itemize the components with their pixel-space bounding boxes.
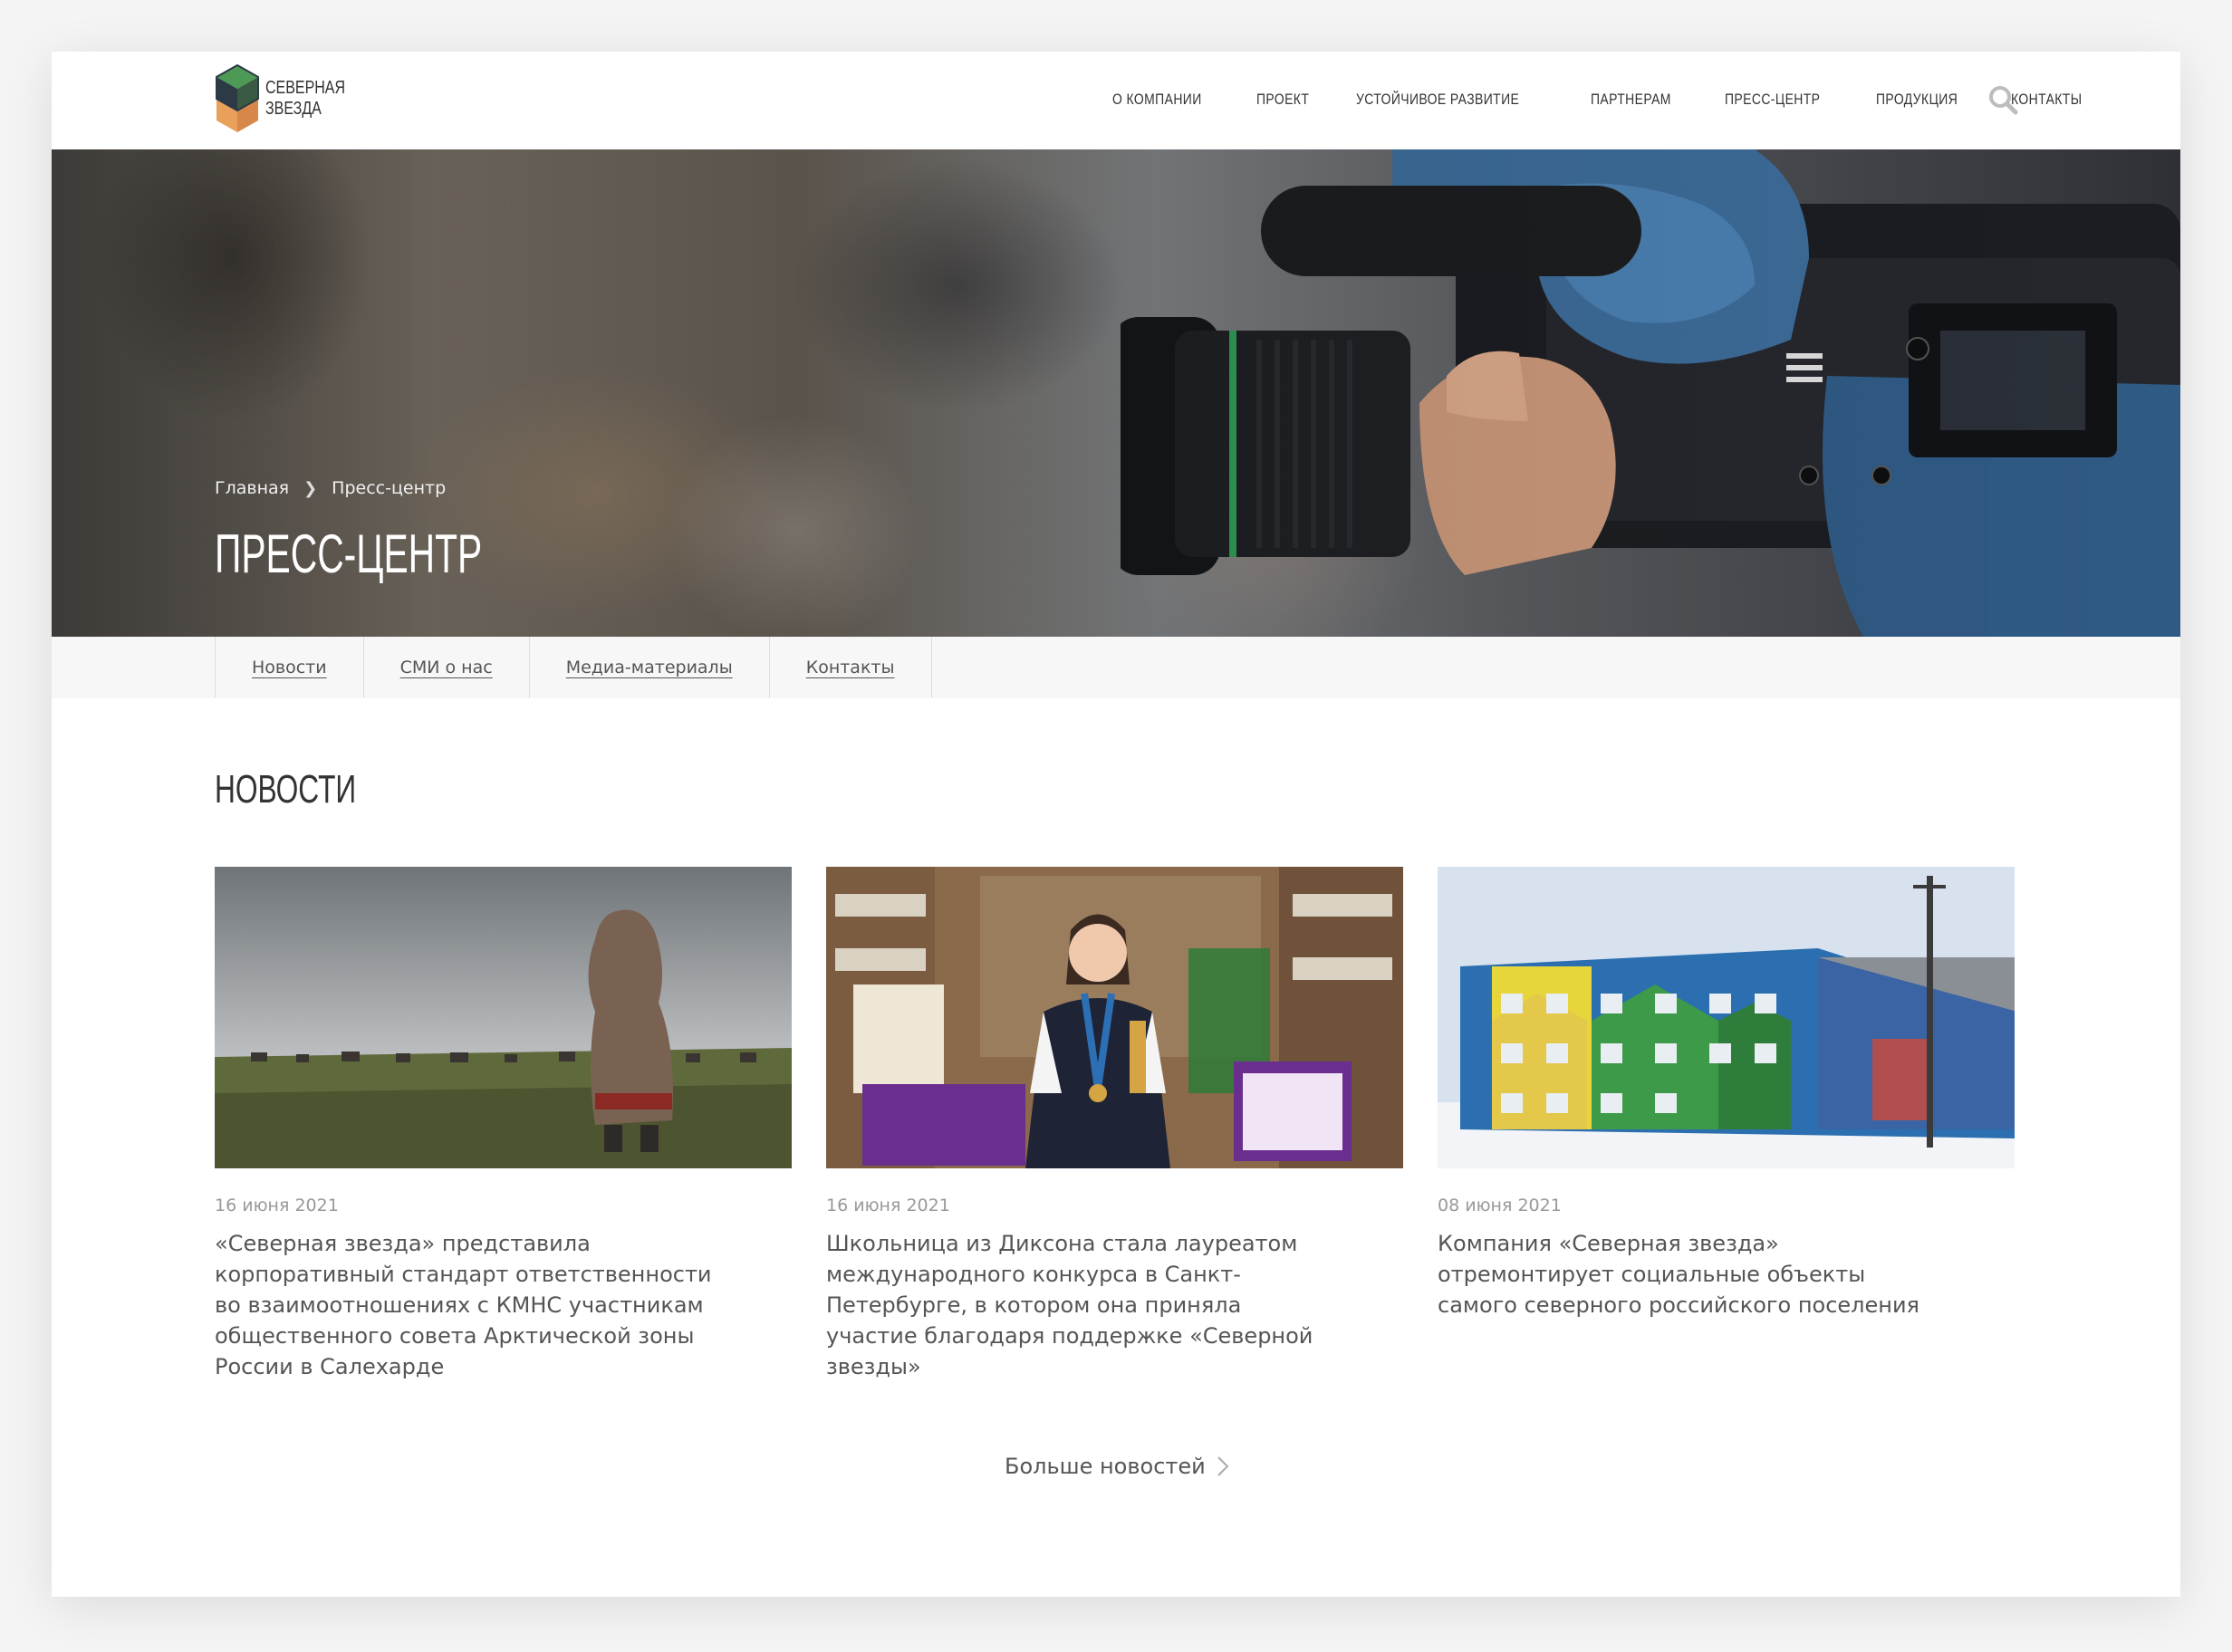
news-card-date: 08 июня 2021 [1438,1196,1562,1215]
page-title: Пресс-центр [215,523,483,584]
news-section-title: Новости [215,767,357,812]
news-card-image[interactable] [1438,867,2015,1168]
news-card[interactable]: 16 июня 2021 «Северная звезда» представи… [215,867,792,1382]
breadcrumb: Главная ❯ Пресс-центр [215,478,446,498]
more-news-link[interactable]: Больше новостей [1005,1454,1229,1479]
nav-item-project[interactable]: Проект [1256,91,1309,109]
nav-item-contacts[interactable]: Контакты [2011,91,2082,109]
more-news-label: Больше новостей [1005,1454,1206,1479]
breadcrumb-current: Пресс-центр [332,478,447,498]
main-nav: О компании Проект Устойчивое развитие Па… [1112,86,2133,113]
news-card[interactable]: 08 июня 2021 Компания «Северная звезда» … [1438,867,2015,1321]
site-header: Северная звезда О компании Проект Устойч… [52,52,2180,149]
nav-item-press-center[interactable]: Пресс-центр [1725,91,1820,109]
subnav-item-media-about-us[interactable]: СМИ о нас [364,637,530,698]
hero-banner: Главная ❯ Пресс-центр Пресс-центр [52,149,2180,637]
page-frame: Северная звезда О компании Проект Устойч… [52,52,2180,1597]
news-card[interactable]: 16 июня 2021 Школьница из Диксона стала … [826,867,1403,1382]
logo-text: Северная звезда [265,78,345,120]
subnav-item-contacts[interactable]: Контакты [770,637,932,698]
subnav-item-news[interactable]: Новости [216,637,364,698]
logo[interactable]: Северная звезда [215,63,365,134]
breadcrumb-home[interactable]: Главная [215,478,289,498]
news-card-image[interactable] [215,867,792,1168]
news-card-title[interactable]: Компания «Северная звезда» отремонтирует… [1438,1228,1945,1321]
news-card-date: 16 июня 2021 [215,1196,339,1215]
chevron-right-icon [1217,1456,1229,1476]
news-card-date: 16 июня 2021 [826,1196,950,1215]
section-subnav: Новости СМИ о нас Медиа-материалы Контак… [52,637,2180,698]
news-card-title[interactable]: Школьница из Диксона стала лауреатом меж… [826,1228,1333,1382]
nav-item-products[interactable]: Продукция [1876,91,1958,109]
logo-line-2: звезда [265,99,322,119]
nav-item-sustainability[interactable]: Устойчивое развитие [1356,91,1519,109]
nav-item-about[interactable]: О компании [1112,91,1202,109]
nav-item-partners[interactable]: Партнерам [1591,91,1671,109]
logo-line-1: Северная [265,78,346,98]
chevron-right-icon: ❯ [303,478,318,498]
news-card-image[interactable] [826,867,1403,1168]
search-icon[interactable] [1987,84,2018,115]
news-card-title[interactable]: «Северная звезда» представила корпоратив… [215,1228,722,1382]
subnav-item-media-materials[interactable]: Медиа-материалы [530,637,770,698]
logo-hexagon-icon [216,63,259,132]
subnav-list: Новости СМИ о нас Медиа-материалы Контак… [215,637,932,698]
